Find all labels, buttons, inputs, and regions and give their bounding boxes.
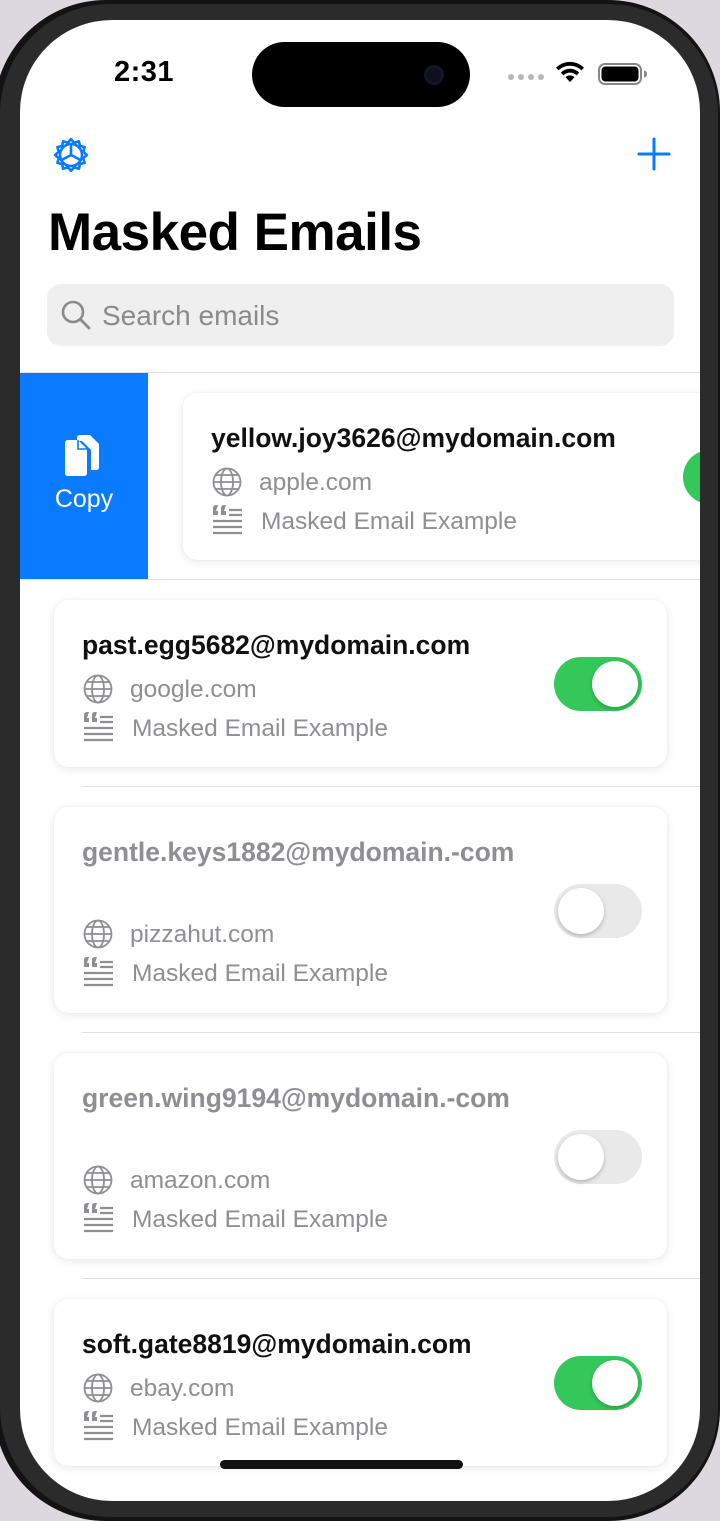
email-card[interactable]: past.egg5682@mydomain.com google.com Mas… <box>54 600 667 767</box>
globe-icon <box>83 674 113 704</box>
copy-label: Copy <box>54 485 114 513</box>
quote-icon <box>84 712 113 742</box>
domain-text: pizzahut.com <box>130 921 275 948</box>
globe-icon <box>83 1165 113 1195</box>
domain-text: apple.com <box>259 469 373 496</box>
screen: 2:31 Masked Emails Search emails Copy ye… <box>20 20 700 1501</box>
gear-icon[interactable] <box>50 134 92 176</box>
email-address: past.egg5682@mydomain.com <box>82 630 471 660</box>
globe-icon <box>83 919 113 949</box>
email-address: gentle.keys1882@mydomain.-com <box>82 837 515 867</box>
battery-icon <box>598 63 647 85</box>
enable-toggle[interactable] <box>554 657 642 711</box>
quote-icon <box>84 1411 113 1441</box>
description-text: Masked Email Example <box>261 508 517 535</box>
status-time: 2:31 <box>114 56 175 88</box>
email-card[interactable]: soft.gate8819@mydomain.com ebay.com Mask… <box>54 1299 667 1466</box>
divider <box>20 579 700 580</box>
copy-button[interactable]: Copy <box>20 373 148 579</box>
dynamic-island <box>252 42 470 107</box>
quote-icon <box>213 505 242 535</box>
email-card[interactable]: gentle.keys1882@mydomain.-com pizzahut.c… <box>54 807 667 1013</box>
divider <box>82 786 700 787</box>
domain-text: amazon.com <box>130 1167 271 1194</box>
email-address: yellow.joy3626@mydomain.com <box>211 423 616 453</box>
copy-icon <box>65 435 99 476</box>
signal-icon <box>508 74 544 80</box>
phone-device: 2:31 Masked Emails Search emails Copy ye… <box>0 0 720 1521</box>
email-address: soft.gate8819@mydomain.com <box>82 1329 472 1359</box>
search-placeholder: Search emails <box>102 300 280 331</box>
camera-icon <box>424 65 444 85</box>
wifi-icon <box>556 61 584 82</box>
description-text: Masked Email Example <box>132 715 388 742</box>
email-address: green.wing9194@mydomain.-com <box>82 1083 510 1113</box>
plus-icon[interactable] <box>634 134 674 174</box>
description-text: Masked Email Example <box>132 960 388 987</box>
globe-icon <box>83 1373 113 1403</box>
domain-text: google.com <box>130 676 257 703</box>
divider <box>82 1278 700 1279</box>
divider <box>82 1032 700 1033</box>
email-card[interactable]: green.wing9194@mydomain.-com amazon.com … <box>54 1053 667 1259</box>
email-card[interactable]: yellow.joy3626@mydomain.com apple.com Ma… <box>183 393 700 560</box>
enable-toggle[interactable] <box>554 1356 642 1410</box>
enable-toggle[interactable] <box>683 450 700 504</box>
globe-icon <box>212 467 242 497</box>
quote-icon <box>84 1203 113 1233</box>
home-indicator[interactable] <box>220 1460 463 1469</box>
description-text: Masked Email Example <box>132 1206 388 1233</box>
search-icon <box>61 300 91 330</box>
domain-text: ebay.com <box>130 1375 235 1402</box>
quote-icon <box>84 957 113 987</box>
enable-toggle[interactable] <box>554 1130 642 1184</box>
description-text: Masked Email Example <box>132 1414 388 1441</box>
enable-toggle[interactable] <box>554 884 642 938</box>
page-title: Masked Emails <box>48 203 422 262</box>
search-input[interactable]: Search emails <box>47 284 674 346</box>
